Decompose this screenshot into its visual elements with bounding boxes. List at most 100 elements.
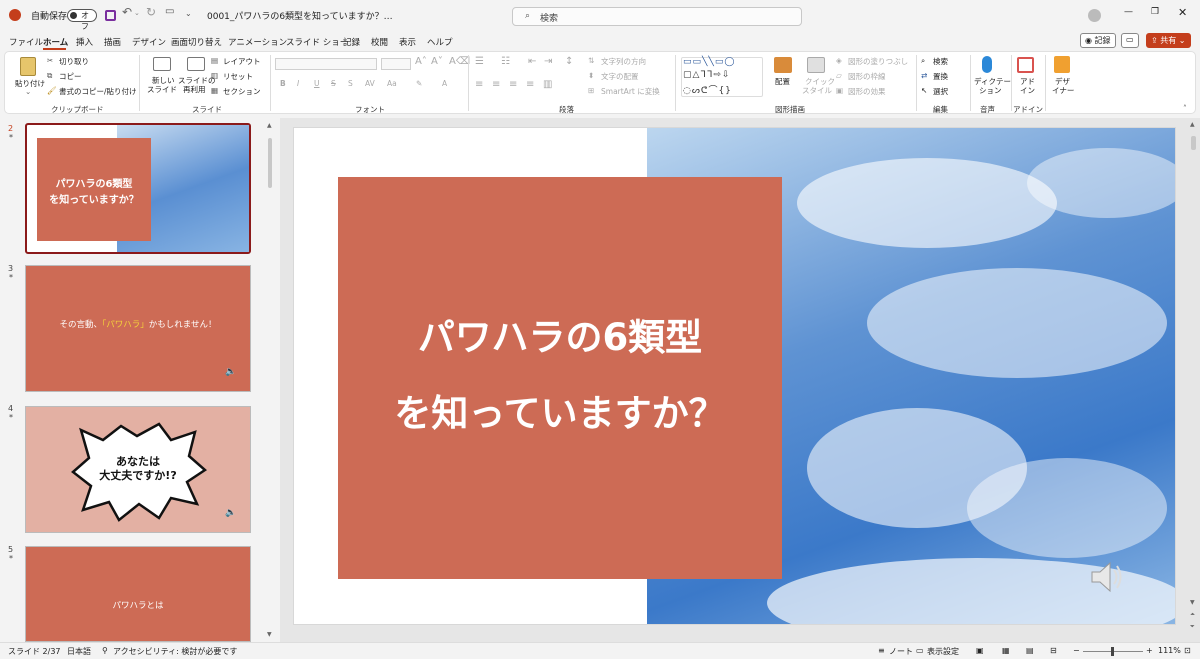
replace-button[interactable]: 置換: [933, 71, 948, 82]
strikethrough-button[interactable]: S: [331, 79, 336, 88]
tab-insert[interactable]: 挿入: [76, 36, 93, 48]
undo-icon[interactable]: ↶: [122, 5, 132, 19]
tab-file[interactable]: ファイル: [9, 36, 43, 48]
zoom-level[interactable]: 111%: [1158, 646, 1181, 655]
grow-font-icon[interactable]: A˄: [415, 56, 427, 67]
share-button[interactable]: ⇪ 共有 ⌄: [1146, 33, 1191, 48]
find-button[interactable]: 検索: [933, 56, 948, 67]
quick-styles-icon[interactable]: [807, 57, 825, 73]
shrink-font-icon[interactable]: A˅: [431, 56, 443, 67]
comments-button[interactable]: ▭: [1121, 33, 1139, 48]
aa-button[interactable]: Aa: [387, 79, 397, 88]
tab-animations[interactable]: アニメーション: [228, 36, 287, 48]
scroll-down-icon[interactable]: ▼: [1190, 599, 1195, 606]
slide-sorter-icon[interactable]: ▦: [1002, 646, 1010, 655]
bold-button[interactable]: B: [280, 79, 286, 88]
redo-icon[interactable]: ↻: [146, 5, 156, 19]
title-box[interactable]: パワハラの6類型 を知っていますか？: [338, 177, 782, 579]
thumbnail-slide-5[interactable]: パワハラとは: [25, 546, 251, 642]
numbering-icon[interactable]: ☷: [501, 56, 510, 67]
undo-dropdown-icon[interactable]: ⌄: [134, 9, 140, 17]
tab-help[interactable]: ヘルプ: [427, 36, 453, 48]
addins-label-2[interactable]: イン: [1020, 85, 1035, 96]
thumbnail-scrollbar[interactable]: [268, 138, 272, 188]
zoom-in-icon[interactable]: +: [1146, 646, 1153, 655]
present-icon[interactable]: ▭: [165, 6, 174, 17]
bullets-icon[interactable]: ☰: [475, 56, 484, 67]
new-slide-icon[interactable]: [153, 57, 171, 71]
tab-slideshow[interactable]: スライド ショー: [286, 36, 348, 48]
align-text-button[interactable]: 文字の配置: [601, 71, 639, 82]
arrange-icon[interactable]: [774, 57, 792, 73]
font-size-dropdown[interactable]: [381, 58, 411, 70]
collapse-ribbon-icon[interactable]: ˄: [1183, 104, 1187, 113]
increase-indent-icon[interactable]: ⇥: [544, 56, 552, 67]
align-left-icon[interactable]: ≡: [475, 79, 483, 90]
text-direction-button[interactable]: 文字列の方向: [601, 56, 646, 67]
highlight-icon[interactable]: ✎: [416, 79, 422, 88]
autosave-toggle[interactable]: オフ: [67, 9, 97, 31]
dictate-label-2[interactable]: ション: [979, 85, 1002, 96]
reading-view-icon[interactable]: ▤: [1026, 646, 1034, 655]
font-name-dropdown[interactable]: [275, 58, 377, 70]
cut-button[interactable]: 切り取り: [59, 56, 89, 67]
font-color-icon[interactable]: A: [442, 79, 447, 88]
shape-effects-button[interactable]: 図形の効果: [848, 86, 886, 97]
new-slide-label-2[interactable]: スライド: [147, 84, 177, 95]
slide-title-line-2[interactable]: を知っていますか？: [338, 383, 782, 437]
scroll-up-icon[interactable]: ▲: [267, 122, 272, 129]
slide-title-line-1[interactable]: パワハラの6類型: [338, 307, 782, 361]
decrease-indent-icon[interactable]: ⇤: [528, 56, 536, 67]
designer-label-2[interactable]: イナー: [1052, 85, 1074, 96]
select-button[interactable]: 選択: [933, 86, 948, 97]
minimize-icon[interactable]: —: [1124, 7, 1133, 17]
italic-button[interactable]: I: [297, 79, 299, 88]
current-slide[interactable]: パワハラの6類型 を知っていますか？: [293, 127, 1176, 625]
search-box[interactable]: ⌕ 検索: [512, 7, 802, 26]
customize-toolbar-icon[interactable]: ⌄: [185, 9, 192, 18]
columns-icon[interactable]: ▥: [543, 79, 552, 90]
close-icon[interactable]: ✕: [1178, 6, 1187, 19]
tab-record[interactable]: 記録: [343, 36, 360, 48]
addins-icon[interactable]: [1017, 57, 1034, 73]
align-center-icon[interactable]: ≡: [492, 79, 500, 90]
copy-button[interactable]: コピー: [59, 71, 82, 82]
align-right-icon[interactable]: ≡: [509, 79, 517, 90]
reuse-slides-label-2[interactable]: 再利用: [183, 84, 206, 95]
language-indicator[interactable]: 日本語: [67, 646, 91, 657]
section-button[interactable]: セクション: [223, 86, 261, 97]
tab-review[interactable]: 校閲: [371, 36, 388, 48]
tab-transitions[interactable]: 画面切り替え: [171, 36, 222, 48]
fit-to-window-icon[interactable]: ⊡: [1184, 646, 1191, 655]
format-painter-button[interactable]: 書式のコピー/貼り付け: [59, 86, 137, 97]
restore-icon[interactable]: ❐: [1151, 7, 1159, 17]
save-icon[interactable]: [105, 10, 116, 21]
paste-icon[interactable]: [20, 57, 36, 76]
paste-dropdown-icon[interactable]: ⌄: [25, 87, 31, 96]
scroll-up-icon[interactable]: ▲: [1190, 121, 1195, 128]
shape-outline-button[interactable]: 図形の枠線: [848, 71, 886, 82]
notes-button[interactable]: ノート: [889, 646, 913, 657]
thumbnail-slide-2[interactable]: パワハラの6類型 を知っていますか？: [25, 123, 251, 254]
accessibility-status[interactable]: アクセシビリティ: 検討が必要です: [113, 646, 237, 657]
underline-button[interactable]: U: [314, 79, 320, 88]
account-avatar[interactable]: [1088, 9, 1101, 22]
record-button[interactable]: ◉ 記録: [1080, 33, 1116, 48]
slideshow-icon[interactable]: ⊟: [1050, 646, 1057, 655]
zoom-slider-thumb[interactable]: [1111, 647, 1114, 656]
clear-format-icon[interactable]: A⌫: [449, 56, 470, 67]
line-spacing-icon[interactable]: ↕: [565, 56, 573, 67]
slide-scrollbar[interactable]: [1191, 136, 1196, 150]
previous-slide-icon[interactable]: ⏶: [1190, 611, 1195, 619]
tab-draw[interactable]: 描画: [104, 36, 121, 48]
normal-view-icon[interactable]: ▣: [976, 646, 984, 655]
smartart-button[interactable]: SmartArt に変換: [601, 86, 660, 97]
justify-icon[interactable]: ≡: [526, 79, 534, 90]
shadow-icon[interactable]: S: [348, 79, 353, 88]
display-settings-button[interactable]: 表示設定: [927, 646, 959, 657]
thumbnail-slide-4[interactable]: あなたは 大丈夫ですか!? 🔈: [25, 406, 251, 533]
thumbnail-slide-3[interactable]: その言動、「パワハラ」かもしれません！ 🔈: [25, 265, 251, 392]
tab-view[interactable]: 表示: [399, 36, 416, 48]
zoom-out-icon[interactable]: −: [1073, 646, 1080, 655]
reuse-slides-icon[interactable]: [187, 57, 205, 71]
